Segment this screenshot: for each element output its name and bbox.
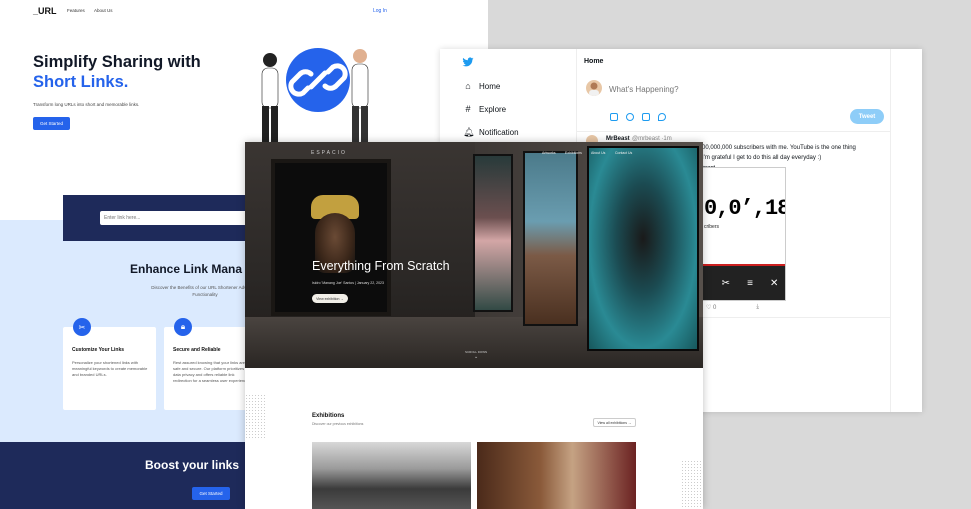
sidebar-item-home[interactable]: ⌂ Home (463, 81, 500, 91)
link-input[interactable] (100, 211, 260, 225)
media-controls: ✂ ≡ ✕ (703, 266, 785, 300)
button-label: View all exhibitions (597, 420, 628, 425)
twitter-logo-icon[interactable] (462, 56, 474, 68)
login-link[interactable]: Log In (373, 8, 387, 14)
hashtag-icon: # (465, 104, 471, 114)
sidebar-item-label: Explore (479, 104, 507, 114)
hero-subtitle: Transform long URLs into short and memor… (33, 102, 140, 107)
artwork-frame (587, 146, 699, 351)
gallery-logo[interactable]: ESPACIO (311, 150, 347, 156)
decorative-pattern (681, 460, 703, 509)
chevron-down-icon: ⌄ (474, 354, 479, 360)
feature-card-body: Rest assured knowing that your links are… (173, 360, 250, 383)
tweet-text-line: 00,000,000 subscribers with me. YouTube … (702, 145, 856, 151)
tweet-media[interactable]: 0,0’,18 cribers ✂ ≡ ✕ (702, 167, 786, 301)
sliders-icon[interactable]: ≡ (747, 278, 753, 289)
feature-card-customize: ✂ Customize Your Links Personalize your … (63, 318, 156, 410)
get-started-button[interactable]: Get Started (33, 117, 70, 130)
sidebar-item-explore[interactable]: # Explore (463, 104, 506, 114)
like-button[interactable]: ♡ 0 (706, 304, 716, 311)
view-exhibition-button[interactable]: View exhibition → (312, 294, 348, 303)
nav-link-about[interactable]: About Us (94, 8, 113, 13)
compose-toolbar (610, 113, 666, 121)
emoji-icon[interactable] (626, 113, 634, 121)
exhibition-thumbnail[interactable] (312, 442, 471, 509)
lock-icon: 🔒︎ (174, 318, 192, 336)
location-icon[interactable] (658, 113, 666, 121)
tweet-button[interactable]: Tweet (850, 109, 884, 124)
avatar[interactable] (586, 80, 602, 96)
features-title: Enhance Link Mana (130, 262, 243, 276)
feature-card-title: Secure and Reliable (173, 347, 221, 353)
share-icon[interactable]: ⤓ (756, 304, 759, 311)
divider (577, 131, 890, 132)
calendar-icon[interactable] (642, 113, 650, 121)
scissors-icon[interactable]: ✂ (722, 278, 730, 289)
artwork-frame (523, 151, 578, 326)
image-icon[interactable] (610, 113, 618, 121)
sidebar-item-label: Home (479, 81, 501, 91)
tweet-actions: ♡ 0 ⤓ (706, 304, 759, 311)
boost-title: Boost your links (145, 458, 240, 472)
url-navbar: _URL Features About Us Log In (0, 0, 488, 22)
button-label: View exhibition (316, 296, 340, 301)
feature-card-body: Personalize your shortened links with me… (72, 360, 148, 377)
nav-link-artworks[interactable]: Artworks (542, 151, 556, 155)
hero-title: Simplify Sharing with (33, 53, 201, 71)
artwork-portrait (271, 159, 391, 316)
tweet-text-line: I'm grateful I get to do this all day ev… (702, 155, 822, 161)
page-title: Home (584, 58, 604, 65)
close-icon[interactable]: ✕ (770, 278, 778, 289)
like-count: 0 (713, 305, 717, 311)
decorative-pattern (245, 394, 267, 438)
section-title: Exhibitions (312, 413, 345, 419)
nav-link-exhibitions[interactable]: Exhibitions (565, 151, 582, 155)
divider (890, 49, 891, 412)
exhibition-thumbnail[interactable] (477, 442, 636, 509)
subscriber-counter: 0,0’,18 (704, 196, 786, 221)
hero-title-accent: Short Links. (33, 73, 129, 91)
sidebar-item-notification[interactable]: 🔔︎ Notification (463, 127, 519, 137)
hero-section: ESPACIO Artworks Exhibitions About Us Co… (245, 142, 703, 368)
nav-link-about[interactable]: About Us (591, 151, 605, 155)
feature-card-secure: 🔒︎ Secure and Reliable Rest assured know… (164, 318, 257, 410)
boost-get-started-button[interactable]: Get Started (192, 487, 230, 500)
tools-icon: ✂ (73, 318, 91, 336)
url-logo[interactable]: _URL (33, 6, 57, 16)
compose-input[interactable] (609, 85, 719, 94)
subscriber-label: cribers (704, 224, 720, 230)
scroll-indicator[interactable]: SCROLL DOWN ⌄ (465, 350, 487, 360)
sidebar-item-label: Notification (479, 127, 519, 137)
view-all-button[interactable]: View all exhibitions → (593, 418, 636, 427)
home-icon: ⌂ (465, 81, 471, 91)
hero-illustration (261, 48, 369, 146)
feature-card-title: Customize Your Links (72, 347, 125, 353)
section-subtitle: Discover our previous exhibitions (312, 422, 364, 426)
nav-link-features[interactable]: Features (67, 8, 85, 13)
hero-title: Everything From Scratch (312, 259, 450, 273)
hero-meta: Isidro 'Manang Joe' Santos | January 22,… (312, 281, 384, 285)
artwork-frame (473, 154, 513, 312)
gallery-window: ESPACIO Artworks Exhibitions About Us Co… (245, 142, 703, 509)
nav-link-contact[interactable]: Contact Us (615, 151, 632, 155)
bell-icon: 🔔︎ (463, 127, 475, 137)
